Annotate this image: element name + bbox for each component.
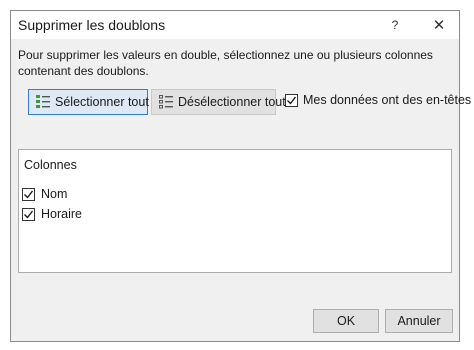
select-all-label: Sélectionner tout [55,95,149,109]
column-label-nom: Nom [41,187,68,201]
column-label-horaire: Horaire [41,207,82,221]
ok-button[interactable]: OK [313,309,379,333]
title-bar: Supprimer les doublons ? ✕ [11,11,459,39]
headers-checkbox[interactable] [285,93,298,107]
select-all-button[interactable]: Sélectionner tout [28,89,149,115]
column-checkbox-horaire[interactable] [22,207,35,221]
close-button[interactable]: ✕ [419,11,459,39]
select-all-icon [36,95,50,108]
columns-list: Colonnes Nom Horaire [18,149,452,273]
deselect-all-label: Désélectionner tout [178,95,286,109]
deselect-all-button[interactable]: Désélectionner tout [151,89,286,115]
deselect-all-icon [159,95,173,109]
remove-duplicates-dialog: Supprimer les doublons ? ✕ Pour supprime… [10,10,471,342]
cancel-button[interactable]: Annuler [385,309,453,333]
instructions-text: Pour supprimer les valeurs en double, sé… [18,48,433,78]
column-checkbox-nom[interactable] [22,187,35,201]
columns-heading: Colonnes [24,158,77,172]
headers-checkbox-label: Mes données ont des en-têtes [303,93,472,107]
headers-checkbox-row[interactable]: Mes données ont des en-têtes [285,91,471,109]
help-button[interactable]: ? [375,11,415,39]
checkmark-icon [24,210,34,219]
column-item-horaire[interactable]: Horaire [22,205,82,223]
checkmark-icon [24,190,34,199]
checkmark-icon [287,96,297,105]
dialog-title: Supprimer les doublons [18,17,166,33]
column-item-nom[interactable]: Nom [22,185,67,203]
